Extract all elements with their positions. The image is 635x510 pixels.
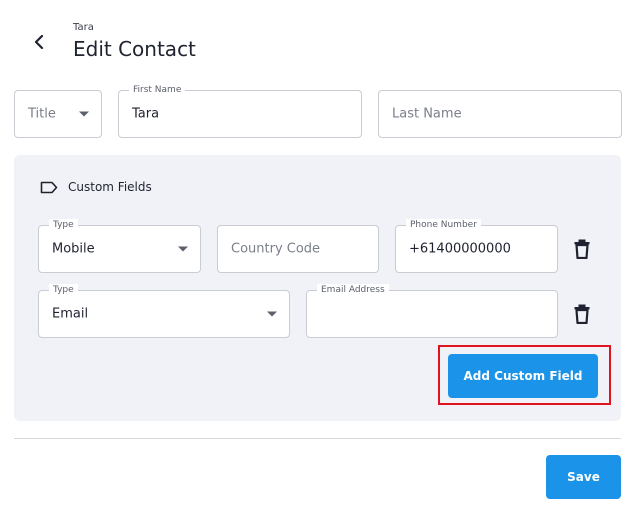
back-button[interactable] xyxy=(28,30,52,54)
phone-number-value: +61400000000 xyxy=(409,241,511,257)
trash-icon xyxy=(574,304,590,324)
chevron-left-icon xyxy=(34,35,44,49)
phone-type-select[interactable]: Type Mobile xyxy=(38,219,201,273)
chevron-down-icon xyxy=(267,311,277,317)
country-code-placeholder: Country Code xyxy=(231,241,321,257)
save-button[interactable]: Save xyxy=(546,455,621,499)
phone-number-label: Phone Number xyxy=(406,219,481,231)
title-select[interactable]: Title xyxy=(14,90,102,138)
chevron-down-icon xyxy=(79,111,89,117)
divider xyxy=(14,438,621,439)
email-address-field[interactable]: Email Address xyxy=(306,284,558,338)
contact-name-subtitle: Tara xyxy=(73,22,94,33)
page-title: Edit Contact xyxy=(73,37,196,61)
chevron-down-icon xyxy=(178,246,188,252)
delete-email-button[interactable] xyxy=(573,303,591,325)
phone-type-label: Type xyxy=(49,219,78,231)
email-address-label: Email Address xyxy=(317,284,389,296)
last-name-field[interactable]: Last Name xyxy=(378,90,622,138)
last-name-placeholder: Last Name xyxy=(392,106,462,122)
phone-type-value: Mobile xyxy=(52,241,95,257)
first-name-label: First Name xyxy=(129,84,186,96)
email-type-select[interactable]: Type Email xyxy=(38,284,290,338)
title-select-placeholder: Title xyxy=(28,106,56,122)
add-custom-field-button[interactable]: Add Custom Field xyxy=(448,354,598,398)
custom-fields-header: Custom Fields xyxy=(40,180,152,194)
email-type-label: Type xyxy=(49,284,78,296)
delete-phone-button[interactable] xyxy=(573,238,591,260)
custom-fields-label: Custom Fields xyxy=(68,180,152,194)
phone-number-field[interactable]: Phone Number +61400000000 xyxy=(395,219,558,273)
email-type-value: Email xyxy=(52,306,89,322)
tag-icon xyxy=(40,181,58,193)
country-code-field[interactable]: Country Code xyxy=(217,225,379,273)
trash-icon xyxy=(574,239,590,259)
first-name-field[interactable]: First Name Tara xyxy=(118,84,362,138)
first-name-value: Tara xyxy=(132,106,160,122)
